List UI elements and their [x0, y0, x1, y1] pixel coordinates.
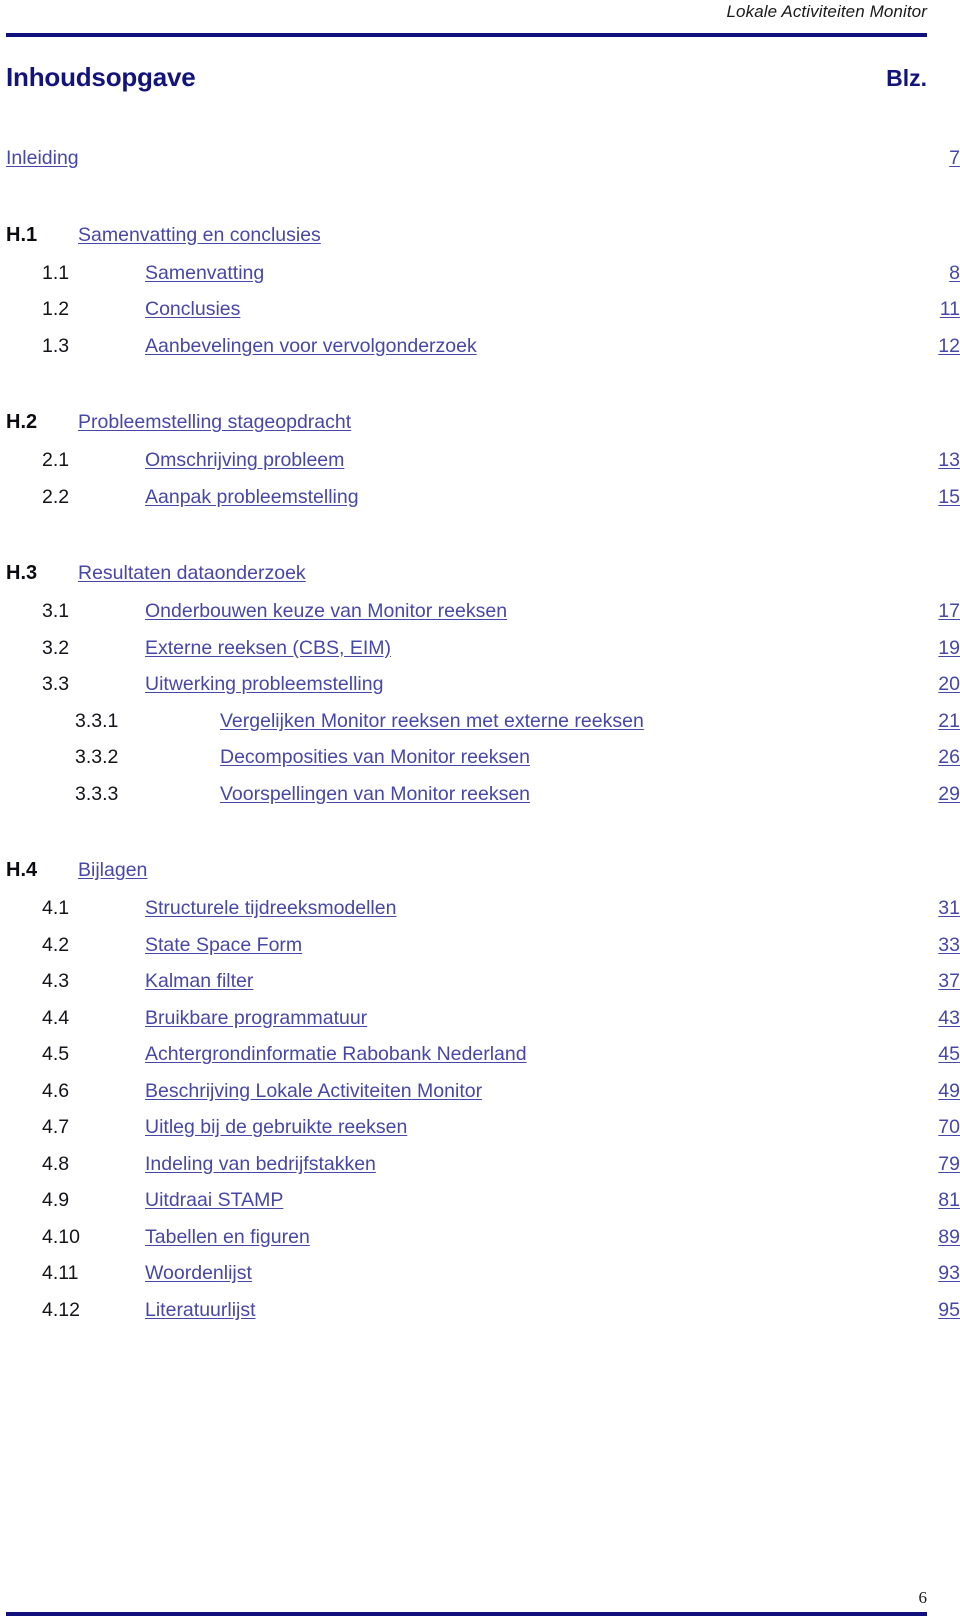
toc-entry[interactable]: 1.3 Aanbevelingen voor vervolgonderzoek 12 — [0, 328, 960, 365]
toc-entry[interactable]: Inleiding 7 — [0, 140, 960, 177]
running-footer: 6 — [0, 1560, 960, 1620]
toc-entry[interactable]: 4.5 Achtergrondinformatie Rabobank Nederl… — [0, 1036, 960, 1073]
toc-entry[interactable]: 2.2 Aanpak probleemstelling 15 — [0, 479, 960, 516]
toc-entry[interactable]: H.1 Samenvatting en conclusies — [0, 215, 960, 255]
header-rule — [6, 33, 927, 37]
toc-entry[interactable]: 4.9 Uitdraai STAMP 81 — [0, 1182, 960, 1219]
toc-entry[interactable]: 1.1 Samenvatting 8 — [0, 255, 960, 292]
footer-rule — [6, 1612, 927, 1616]
toc-entry[interactable]: 4.7 Uitleg bij de gebruikte reeksen 70 — [0, 1109, 960, 1146]
toc-entry[interactable]: 4.8 Indeling van bedrijfstakken 79 — [0, 1146, 960, 1183]
toc-entry[interactable]: 3.3.2 Decomposities van Monitor reeksen 26 — [0, 739, 960, 776]
toc-entry[interactable]: 3.3.3 Voorspellingen van Monitor reeksen 2… — [0, 776, 960, 813]
toc-entry[interactable]: 4.12 Literatuurlijst 95 — [0, 1292, 960, 1329]
toc-entry-number: H.1 — [6, 223, 38, 246]
page-column-header: Blz. — [886, 65, 927, 91]
toc-entry[interactable]: 3.1 Onderbouwen keuze van Monitor reeksen… — [0, 593, 960, 630]
toc-entry[interactable]: 4.11 Woordenlijst 93 — [0, 1255, 960, 1292]
toc-entry[interactable]: 4.3 Kalman filter 37 — [0, 963, 960, 1000]
running-header: Lokale Activiteiten Monitor — [0, 0, 960, 40]
toc-entry[interactable]: H.4 Bijlagen — [0, 850, 960, 890]
toc-entry[interactable]: 4.1 Structurele tijdreeksmodellen 31 — [0, 890, 960, 927]
running-header-title: Lokale Activiteiten Monitor — [726, 2, 927, 21]
toc-entry[interactable]: 3.2 Externe reeksen (CBS, EIM) 19 — [0, 630, 960, 667]
toc-entry-number: H.4 — [6, 859, 38, 881]
toc-entry-link[interactable]: Bijlagen — [78, 850, 147, 890]
toc-entry[interactable]: 4.4 Bruikbare programmatuur 43 — [0, 1000, 960, 1037]
document-page: Lokale Activiteiten Monitor Inhoudsopgav… — [0, 0, 960, 1620]
page-title: Inhoudsopgave — [6, 62, 196, 92]
toc-entry[interactable]: 3.3 Uitwerking probleemstelling 20 — [0, 666, 960, 703]
footer-page-number: 6 — [918, 1588, 928, 1607]
toc-entry[interactable]: 4.10 Tabellen en figuren 89 — [0, 1219, 960, 1256]
toc-entry-number: H.3 — [6, 562, 38, 584]
toc-entry-number: H.2 — [6, 411, 38, 433]
toc-entry-list: Inleiding 7 H.1 Samenvatting en conclusies 1… — [0, 140, 960, 1328]
toc-entry[interactable]: H.3 Resultaten dataonderzoek — [0, 553, 960, 593]
toc-entry[interactable]: 4.2 State Space Form 33 — [0, 927, 960, 964]
toc-entry-link[interactable]: Probleemstelling stageopdracht — [78, 402, 351, 442]
toc-heading-row: Inhoudsopgave Blz. — [6, 62, 927, 93]
toc-entry-link[interactable]: Resultaten dataonderzoek — [78, 553, 306, 593]
toc-entry[interactable]: 1.2 Conclusies 11 — [0, 291, 960, 328]
toc-entry[interactable]: 2.1 Omschrijving probleem 13 — [0, 442, 960, 479]
toc-entry-link[interactable]: Samenvatting en conclusies — [78, 215, 321, 255]
toc-entry[interactable]: 3.3.1 Vergelijken Monitor reeksen met ext… — [0, 703, 960, 740]
toc-entry[interactable]: H.2 Probleemstelling stageopdracht — [0, 402, 960, 442]
toc-entry[interactable]: 4.6 Beschrijving Lokale Activiteiten Moni… — [0, 1073, 960, 1110]
